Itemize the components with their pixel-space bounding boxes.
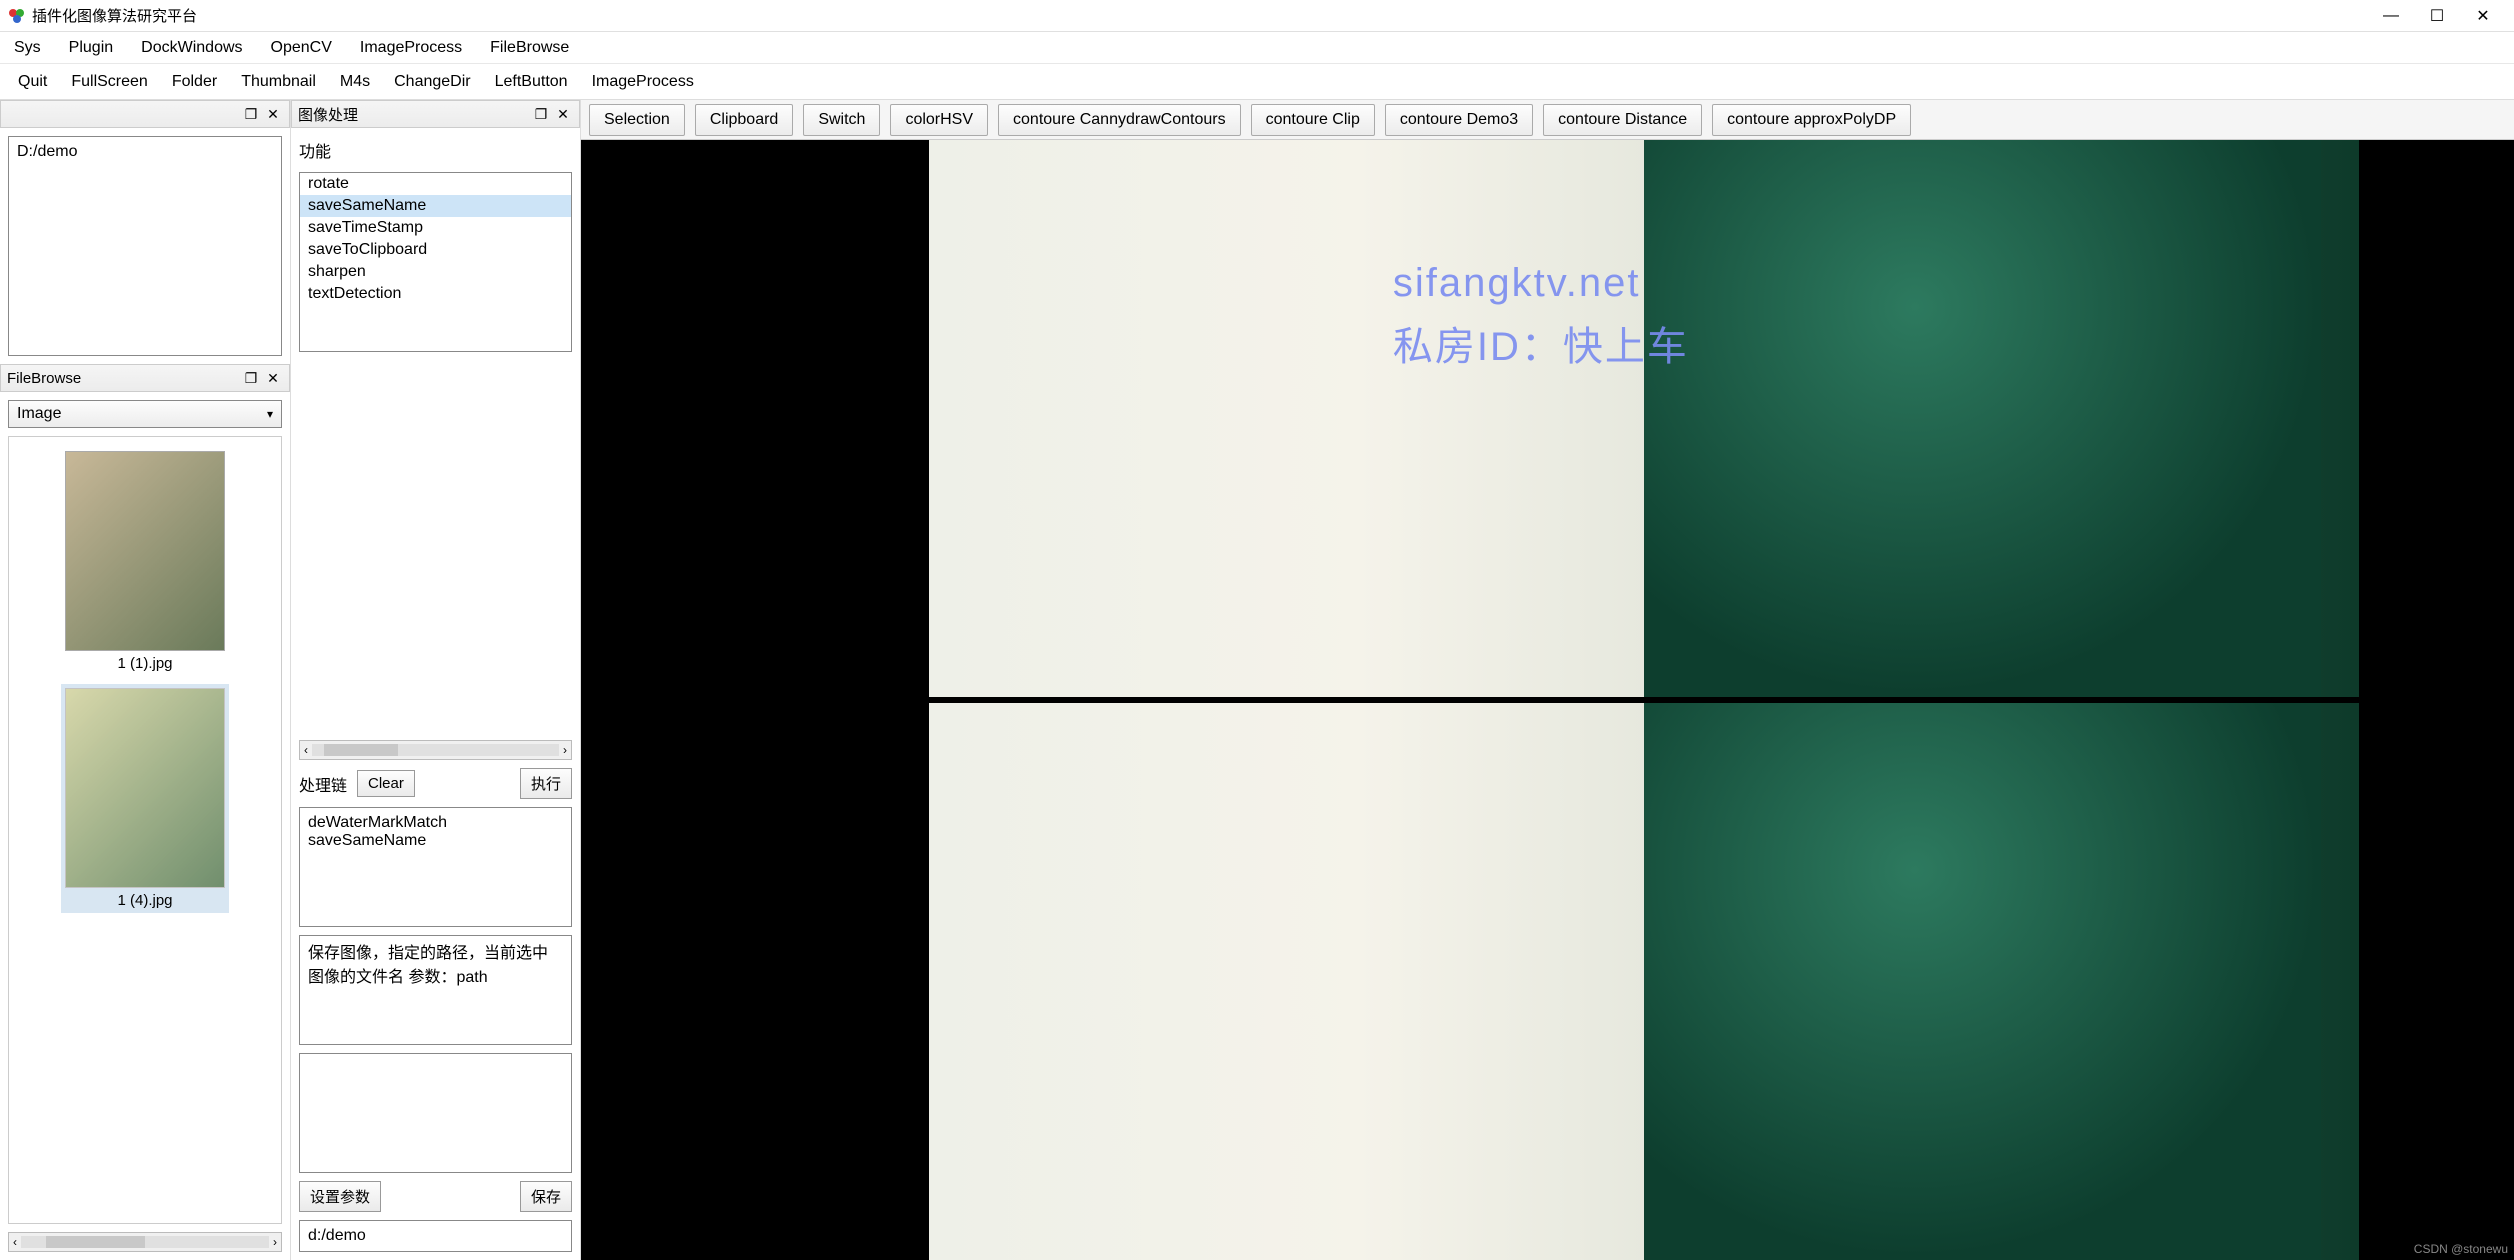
tool-folder[interactable]: Folder: [172, 73, 217, 91]
image-view-bottom[interactable]: CSDN @stonewu: [581, 703, 2514, 1260]
close-button[interactable]: ✕: [2460, 0, 2506, 32]
undock-icon[interactable]: ❐: [531, 106, 551, 123]
thumb-item[interactable]: 1 (1).jpg: [61, 447, 229, 676]
menu-sys[interactable]: Sys: [14, 39, 41, 57]
save-button[interactable]: 保存: [520, 1181, 572, 1212]
output-path-input[interactable]: d:/demo: [299, 1220, 572, 1252]
chain-label: 处理链: [299, 770, 347, 798]
chain-listbox[interactable]: deWaterMarkMatchsaveSameName: [299, 807, 572, 927]
window-title: 插件化图像算法研究平台: [32, 5, 197, 26]
minimize-button[interactable]: —: [2368, 0, 2414, 32]
app-icon: [8, 7, 26, 25]
param-box[interactable]: [299, 1053, 572, 1173]
thumb-item[interactable]: 1 (4).jpg: [61, 684, 229, 913]
description-box: 保存图像，指定的路径，当前选中图像的文件名 参数：path: [299, 935, 572, 1045]
tab-colorhsv[interactable]: colorHSV: [890, 104, 988, 136]
tool-fullscreen[interactable]: FullScreen: [71, 73, 147, 91]
menu-plugin[interactable]: Plugin: [69, 39, 113, 57]
image-process-panel: 图像处理 ❐ ✕ 功能 rotatesaveSameNamesaveTimeSt…: [290, 100, 580, 1260]
undock-icon[interactable]: ❐: [241, 106, 261, 123]
chevron-down-icon: ▾: [267, 407, 273, 421]
preview-panel: Selection Clipboard Switch colorHSV contoure…: [580, 100, 2514, 1260]
scroll-right-icon[interactable]: ›: [563, 743, 567, 757]
watermark-text: sifangktv.net 私房ID：快上车: [1393, 251, 1689, 379]
tool-m4s[interactable]: M4s: [340, 73, 370, 91]
close-icon[interactable]: ✕: [263, 370, 283, 387]
path-panel-header: ❐ ✕: [0, 100, 290, 128]
scroll-left-icon[interactable]: ‹: [13, 1235, 17, 1249]
menu-opencv[interactable]: OpenCV: [271, 39, 332, 57]
menu-dockwindows[interactable]: DockWindows: [141, 39, 242, 57]
func-hscroll[interactable]: ‹ ›: [299, 740, 572, 760]
tab-contoure-approxpolydp[interactable]: contoure approxPolyDP: [1712, 104, 1911, 136]
set-param-button[interactable]: 设置参数: [299, 1181, 381, 1212]
tab-clipboard[interactable]: Clipboard: [695, 104, 793, 136]
menubar: Sys Plugin DockWindows OpenCV ImageProce…: [0, 32, 2514, 64]
function-item[interactable]: saveToClipboard: [300, 239, 571, 261]
tab-selection[interactable]: Selection: [589, 104, 685, 136]
filter-combo[interactable]: Image ▾: [8, 400, 282, 428]
tool-changedir[interactable]: ChangeDir: [394, 73, 470, 91]
function-item[interactable]: rotate: [300, 173, 571, 195]
tool-quit[interactable]: Quit: [18, 73, 47, 91]
csdn-watermark: CSDN @stonewu: [2414, 1242, 2508, 1256]
tab-strip: Selection Clipboard Switch colorHSV contoure…: [581, 100, 2514, 140]
thumb-caption: 1 (1).jpg: [117, 655, 172, 672]
function-listbox[interactable]: rotatesaveSameNamesaveTimeStampsaveToCli…: [299, 172, 572, 352]
run-button[interactable]: 执行: [520, 768, 572, 799]
thumb-caption: 1 (4).jpg: [117, 892, 172, 909]
left-column: ❐ ✕ D:/demo FileBrowse ❐ ✕ Image ▾ 1 (1)…: [0, 100, 290, 1260]
undock-icon[interactable]: ❐: [241, 370, 261, 387]
function-item[interactable]: saveTimeStamp: [300, 217, 571, 239]
chain-item[interactable]: deWaterMarkMatch: [308, 814, 563, 832]
function-item[interactable]: sharpen: [300, 261, 571, 283]
tab-contoure-cannydrawcontours[interactable]: contoure CannydrawContours: [998, 104, 1241, 136]
close-icon[interactable]: ✕: [553, 106, 573, 123]
filebrowse-title: FileBrowse: [7, 370, 241, 387]
scroll-left-icon[interactable]: ‹: [304, 743, 308, 757]
function-item[interactable]: textDetection: [300, 283, 571, 305]
func-label: 功能: [299, 136, 572, 164]
hscrollbar[interactable]: ‹ ›: [8, 1232, 282, 1252]
thumb-image: [65, 688, 225, 888]
menu-filebrowse[interactable]: FileBrowse: [490, 39, 569, 57]
toolbar: Quit FullScreen Folder Thumbnail M4s Cha…: [0, 64, 2514, 100]
tab-switch[interactable]: Switch: [803, 104, 880, 136]
titlebar: 插件化图像算法研究平台 — ☐ ✕: [0, 0, 2514, 32]
tool-imageprocess[interactable]: ImageProcess: [592, 73, 694, 91]
maximize-button[interactable]: ☐: [2414, 0, 2460, 32]
tab-contoure-demo3[interactable]: contoure Demo3: [1385, 104, 1533, 136]
tab-contoure-clip[interactable]: contoure Clip: [1251, 104, 1375, 136]
clear-button[interactable]: Clear: [357, 770, 415, 797]
menu-imageprocess[interactable]: ImageProcess: [360, 39, 462, 57]
tool-thumbnail[interactable]: Thumbnail: [241, 73, 316, 91]
chain-item[interactable]: saveSameName: [308, 832, 563, 850]
image-view-area: sifangktv.net 私房ID：快上车 CSDN @stonewu: [581, 140, 2514, 1260]
path-textbox[interactable]: D:/demo: [8, 136, 282, 356]
thumbnail-list[interactable]: 1 (1).jpg 1 (4).jpg: [8, 436, 282, 1224]
tool-leftbutton[interactable]: LeftButton: [495, 73, 568, 91]
filebrowse-header: FileBrowse ❐ ✕: [0, 364, 290, 392]
thumb-image: [65, 451, 225, 651]
close-icon[interactable]: ✕: [263, 106, 283, 123]
image-view-top[interactable]: sifangktv.net 私房ID：快上车: [581, 140, 2514, 697]
imageprocess-title: 图像处理: [298, 104, 531, 125]
scroll-right-icon[interactable]: ›: [273, 1235, 277, 1249]
imageprocess-header: 图像处理 ❐ ✕: [291, 100, 580, 128]
tab-contoure-distance[interactable]: contoure Distance: [1543, 104, 1702, 136]
filter-combo-value: Image: [17, 405, 61, 423]
function-item[interactable]: saveSameName: [300, 195, 571, 217]
